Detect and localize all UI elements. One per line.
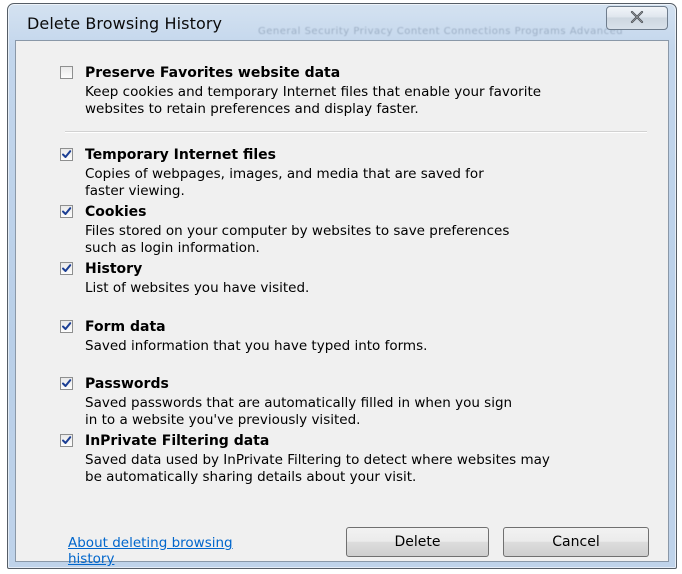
option-description-line: faster viewing. [85,183,185,199]
option-description: Saved information that you have typed in… [85,338,665,355]
option-title: Preserve Favorites website data [85,65,341,81]
checkmark-icon [62,264,72,272]
help-link-line[interactable]: history [68,551,233,567]
separator [65,131,647,133]
dialog-content: Preserve Favorites website data Keep coo… [15,40,669,567]
title-bar[interactable]: Delete Browsing History General Security… [8,4,676,40]
temporary-internet-files-checkbox[interactable] [60,148,73,161]
option-title: Passwords [85,376,169,392]
passwords-checkbox[interactable] [60,377,73,390]
option-description: Saved data used by InPrivate Filtering t… [85,452,665,486]
checkmark-icon [62,379,72,387]
checkmark-icon [62,436,72,444]
option-description-line: be automatically sharing details about y… [85,469,417,485]
option-description-line: Keep cookies and temporary Internet file… [85,84,542,100]
checkmark-icon [62,150,72,158]
option-description-line: Copies of webpages, images, and media th… [85,166,484,182]
inprivate-filtering-checkbox[interactable] [60,434,73,447]
delete-browsing-history-dialog: Delete Browsing History General Security… [7,3,677,569]
option-description: Files stored on your computer by website… [85,223,665,257]
cookies-checkbox[interactable] [60,205,73,218]
option-description-line: such as login information. [85,240,260,256]
option-title: Form data [85,319,166,335]
preserve-favorites-checkbox[interactable] [60,66,73,79]
background-tabs-text: General Security Privacy Content Connect… [258,26,624,37]
option-description-line: List of websites you have visited. [85,280,310,296]
delete-button[interactable]: Delete [346,527,489,557]
option-description-line: Saved information that you have typed in… [85,338,428,354]
option-description-line: Files stored on your computer by website… [85,223,510,239]
option-title: Cookies [85,204,147,220]
cancel-button[interactable]: Cancel [503,527,649,557]
close-x-icon [629,9,645,28]
option-title: InPrivate Filtering data [85,433,270,449]
checkmark-icon [62,322,72,330]
help-link-line[interactable]: About deleting browsing [68,535,233,551]
about-deleting-history-link[interactable]: About deleting browsing history [68,535,233,567]
option-description: Saved passwords that are automatically f… [85,395,665,429]
close-button[interactable] [606,6,668,30]
form-data-checkbox[interactable] [60,320,73,333]
checkmark-icon [62,207,72,215]
option-description-line: Saved passwords that are automatically f… [85,395,513,411]
option-description: Copies of webpages, images, and media th… [85,166,665,200]
option-title: Temporary Internet files [85,147,276,163]
history-checkbox[interactable] [60,262,73,275]
option-title: History [85,261,143,277]
option-description: Keep cookies and temporary Internet file… [85,84,665,118]
option-description: List of websites you have visited. [85,280,665,297]
option-description-line: websites to retain preferences and displ… [85,101,419,117]
option-description-line: Saved data used by InPrivate Filtering t… [85,452,550,468]
dialog-title: Delete Browsing History [27,14,223,33]
option-description-line: in to a website you've previously visite… [85,412,361,428]
